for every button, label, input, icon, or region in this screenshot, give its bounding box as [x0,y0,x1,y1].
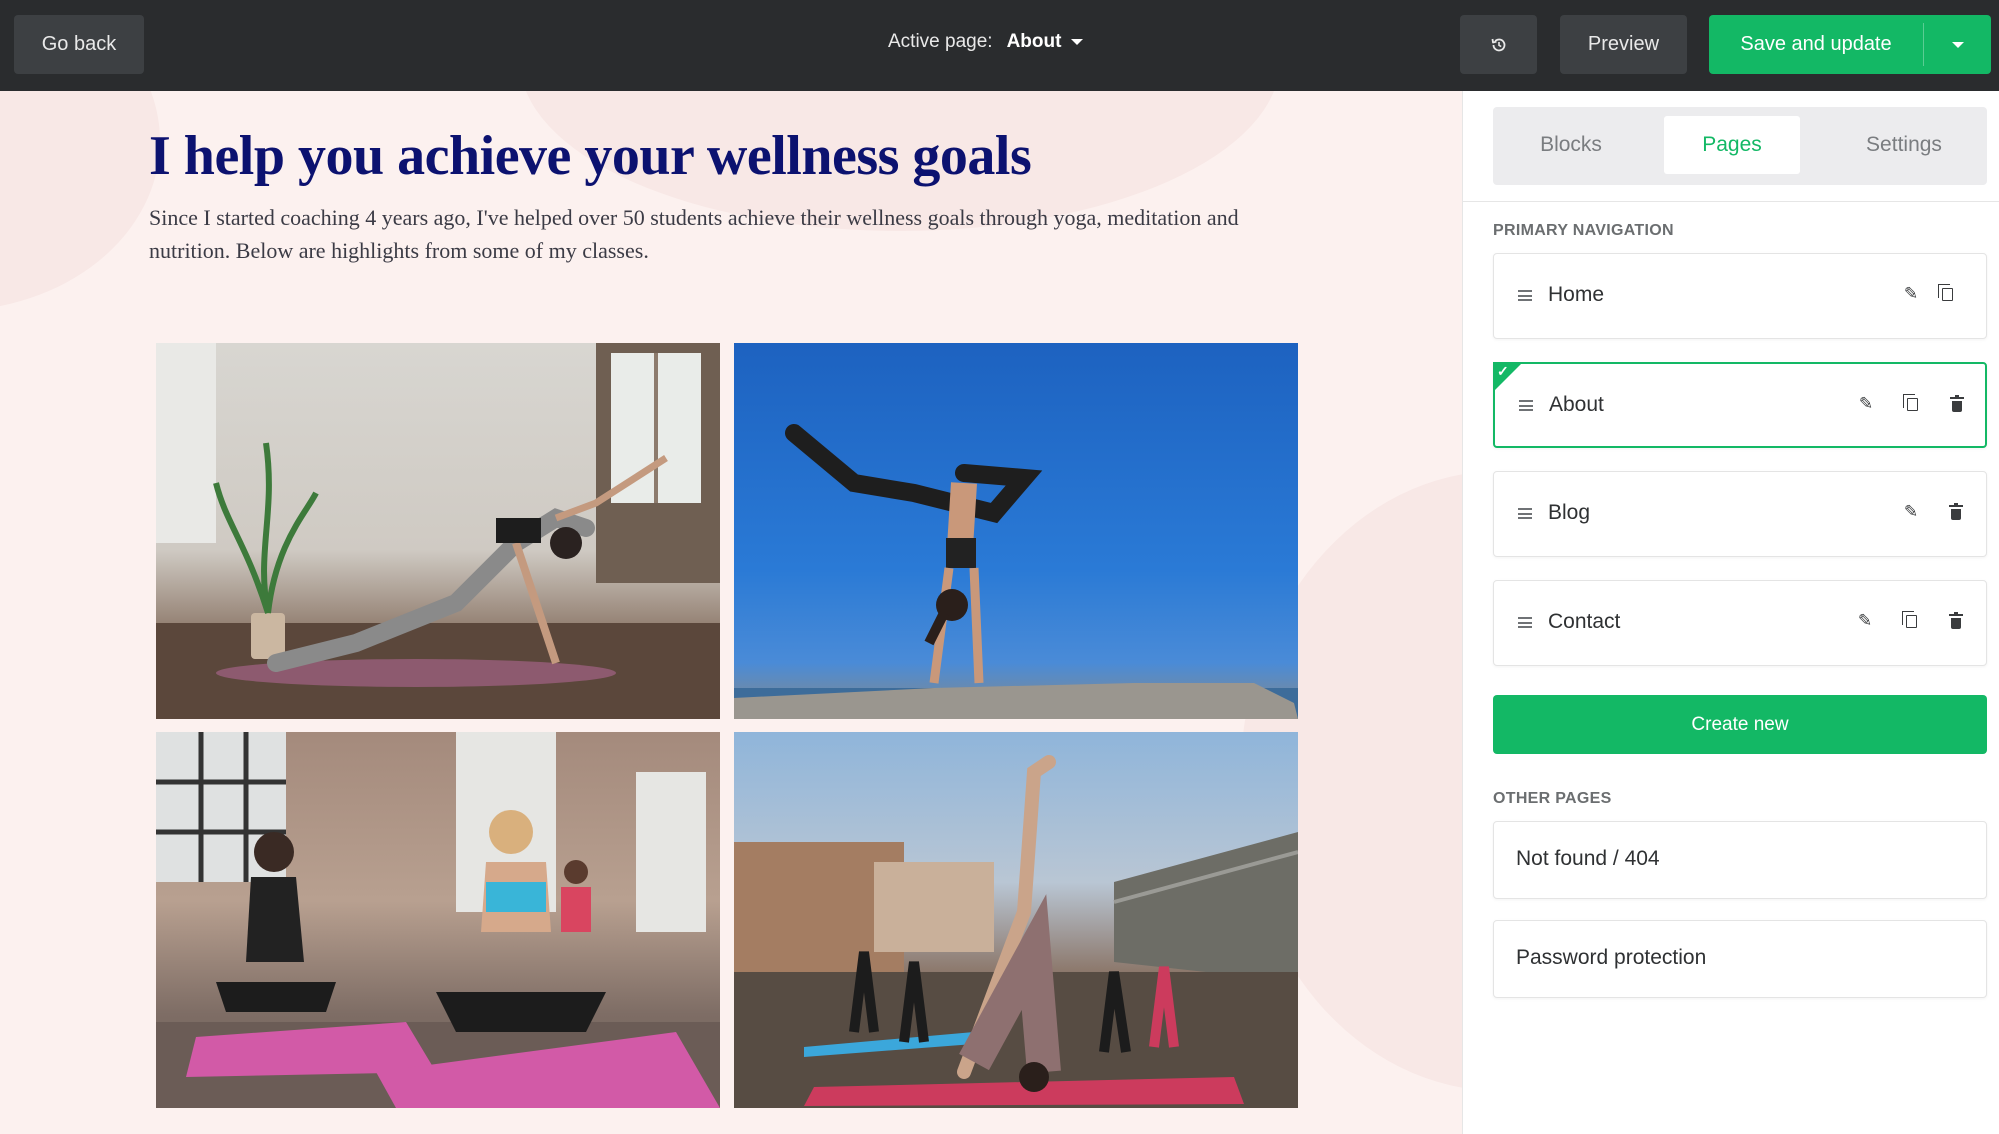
edit-pencil-icon[interactable]: ✎ [1901,502,1921,522]
other-pages-title: OTHER PAGES [1493,790,1612,807]
meditation-class-photo [156,732,720,1108]
edit-pencil-icon[interactable]: ✎ [1855,611,1875,631]
history-button[interactable] [1460,15,1537,74]
nav-page-label: Blog [1548,501,1591,524]
top-bar: Go back Active page: About Preview Save … [0,0,1999,91]
tab-blocks[interactable]: Blocks [1503,116,1639,174]
tab-pages[interactable]: Pages [1664,116,1800,174]
nav-page-label: Contact [1548,610,1621,633]
active-page-value: About [1006,31,1062,52]
drag-handle-icon[interactable] [1518,617,1532,628]
other-page-not-found[interactable]: Not found / 404 [1493,821,1987,899]
other-page-password-protection[interactable]: Password protection [1493,920,1987,998]
save-and-update-button[interactable]: Save and update [1709,15,1991,74]
drag-handle-icon[interactable] [1518,290,1532,301]
handstand-photo [734,343,1298,719]
drag-handle-icon[interactable] [1519,400,1533,411]
panel-tabs: Blocks Pages Settings [1493,107,1987,185]
other-page-label: Password protection [1516,946,1707,969]
chevron-down-icon [1071,39,1084,45]
check-icon: ✓ [1497,363,1509,379]
hero-description: Since I started coaching 4 years ago, I'… [149,205,1239,263]
save-options-dropdown[interactable] [1924,15,1991,74]
trash-icon[interactable] [1946,611,1966,631]
save-and-update-label[interactable]: Save and update [1709,15,1923,74]
nav-page-label: Home [1548,283,1605,306]
yoga-stretch-photo [156,343,720,719]
duplicate-icon[interactable] [1902,393,1922,414]
hero-title: I help you achieve your wellness goals [149,125,1032,187]
nav-page-label: About [1549,393,1604,416]
tab-settings[interactable]: Settings [1831,116,1977,174]
primary-navigation-title: PRIMARY NAVIGATION [1493,222,1674,239]
active-page-selector[interactable]: Active page: About [888,31,1084,53]
preview-button[interactable]: Preview [1560,15,1687,74]
rooftop-yoga-photo [734,732,1298,1108]
chevron-down-icon [1951,41,1964,48]
divider [1463,201,1999,202]
drag-handle-icon[interactable] [1518,508,1532,519]
editor-side-panel: Blocks Pages Settings PRIMARY NAVIGATION… [1462,91,1999,1134]
trash-icon[interactable] [1946,502,1966,522]
active-page-label: Active page: [888,31,993,52]
duplicate-icon[interactable] [1937,283,1957,304]
edit-pencil-icon[interactable]: ✎ [1856,394,1876,414]
go-back-button[interactable]: Go back [14,15,144,74]
nav-page-blog[interactable]: Blog ✎ [1493,471,1987,557]
decorative-blob [0,91,160,311]
nav-page-home[interactable]: Home ✎ [1493,253,1987,339]
duplicate-icon[interactable] [1901,610,1921,631]
edit-pencil-icon[interactable]: ✎ [1901,284,1921,304]
nav-page-about[interactable]: ✓ About ✎ [1493,362,1987,448]
trash-icon[interactable] [1947,394,1967,414]
create-new-page-button[interactable]: Create new [1493,695,1987,754]
page-preview-canvas[interactable]: I help you achieve your wellness goals S… [0,91,1462,1134]
history-icon [1491,38,1505,51]
nav-page-contact[interactable]: Contact ✎ [1493,580,1987,666]
other-page-label: Not found / 404 [1516,847,1660,870]
